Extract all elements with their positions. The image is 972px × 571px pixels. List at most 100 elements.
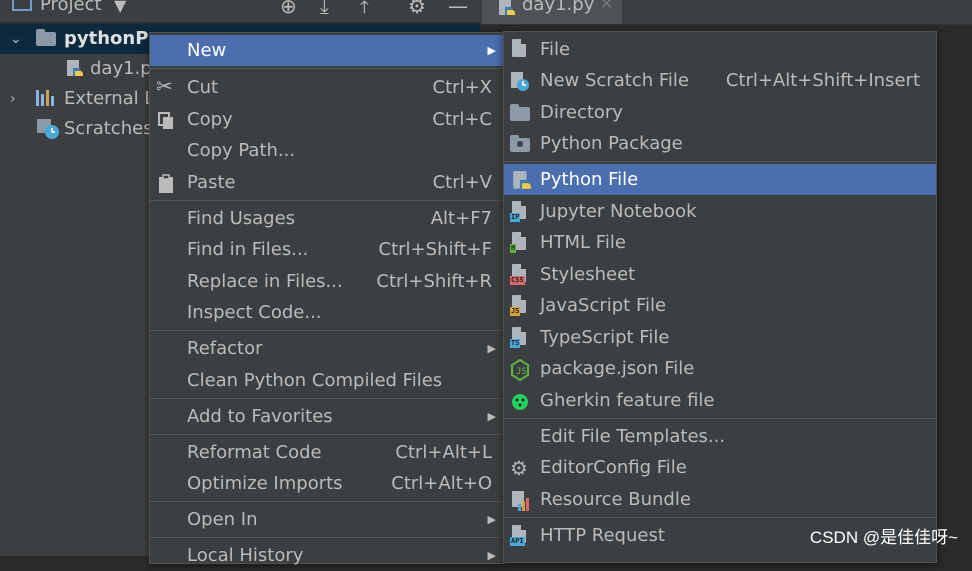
menu-item-label: Cut bbox=[187, 77, 219, 98]
menu-item-label: Open In bbox=[187, 509, 258, 530]
menu-item-open-in[interactable]: Open In ▶ bbox=[150, 504, 504, 535]
submenu-item-resource-bundle[interactable]: Resource Bundle bbox=[504, 484, 936, 515]
tab-day1[interactable]: day1.py ✕ bbox=[482, 0, 622, 24]
submenu-item-file[interactable]: File bbox=[504, 34, 936, 65]
separator bbox=[150, 200, 504, 201]
menu-item-copy-path[interactable]: Copy Path... bbox=[150, 135, 504, 166]
menu-item-find-in-files[interactable]: Find in Files... Ctrl+Shift+F bbox=[150, 234, 504, 265]
submenu-item-html-file[interactable]: H HTML File bbox=[504, 227, 936, 258]
python-file-icon bbox=[510, 170, 531, 190]
menu-item-label: Copy bbox=[187, 109, 233, 130]
separator bbox=[150, 434, 504, 435]
ts-badge: TS bbox=[510, 339, 521, 348]
tab-label: day1.py bbox=[522, 0, 595, 15]
menu-item-new[interactable]: New ▶ bbox=[150, 35, 504, 66]
svg-text:JS: JS bbox=[516, 367, 527, 377]
file-icon bbox=[512, 39, 526, 57]
menu-item-label: Reformat Code bbox=[187, 442, 322, 463]
chevron-right-icon[interactable]: › bbox=[10, 84, 26, 114]
menu-item-label: Gherkin feature file bbox=[540, 390, 715, 411]
cucumber-icon bbox=[510, 391, 530, 411]
menu-item-shortcut: Ctrl+Shift+R bbox=[376, 271, 492, 292]
menu-item-label: Replace in Files... bbox=[187, 271, 343, 292]
submenu-item-directory[interactable]: Directory bbox=[504, 97, 936, 128]
file-label: day1.p bbox=[90, 58, 152, 79]
submenu-item-new-scratch-file[interactable]: New Scratch File Ctrl+Alt+Shift+Insert bbox=[504, 65, 936, 96]
menu-item-label: Jupyter Notebook bbox=[540, 201, 697, 222]
tree-item-scratches[interactable]: Scratches bbox=[0, 114, 153, 144]
submenu-item-stylesheet[interactable]: CSS Stylesheet bbox=[504, 259, 936, 290]
python-file-icon bbox=[67, 60, 83, 76]
chevron-down-icon[interactable]: ▼ bbox=[114, 0, 126, 15]
menu-item-label: Find in Files... bbox=[187, 239, 309, 260]
css-badge: CSS bbox=[510, 276, 525, 285]
expand-all-icon[interactable]: ⤓ bbox=[320, 0, 329, 18]
menu-item-add-to-favorites[interactable]: Add to Favorites ▶ bbox=[150, 401, 504, 432]
menu-item-replace-in-files[interactable]: Replace in Files... Ctrl+Shift+R bbox=[150, 266, 504, 297]
separator bbox=[504, 517, 936, 518]
submenu-item-javascript-file[interactable]: JS JavaScript File bbox=[504, 290, 936, 321]
submenu-arrow-icon: ▶ bbox=[487, 342, 496, 355]
menu-item-shortcut: Ctrl+Shift+F bbox=[378, 239, 492, 260]
separator bbox=[150, 501, 504, 502]
library-icon bbox=[36, 90, 56, 106]
submenu-item-python-file[interactable]: Python File bbox=[504, 164, 936, 195]
menu-item-label: Refactor bbox=[187, 338, 263, 359]
context-menu: New ▶ ✂ Cut Ctrl+X Copy Ctrl+C Copy Path… bbox=[149, 32, 505, 566]
watermark: CSDN @是佳佳呀~ bbox=[809, 528, 958, 547]
menu-item-label: Python Package bbox=[540, 133, 683, 154]
submenu-item-gherkin[interactable]: Gherkin feature file bbox=[504, 385, 936, 416]
scratches-label: Scratches bbox=[64, 118, 153, 139]
menu-item-label: Find Usages bbox=[187, 208, 296, 229]
resource-bundle-icon bbox=[510, 490, 530, 511]
tree-item-file[interactable]: day1.p bbox=[0, 54, 152, 84]
menu-item-clean-python[interactable]: Clean Python Compiled Files bbox=[150, 365, 504, 396]
close-icon[interactable]: ✕ bbox=[600, 0, 613, 13]
menu-item-shortcut: Ctrl+C bbox=[432, 109, 492, 130]
menu-item-label: Stylesheet bbox=[540, 264, 636, 285]
separator bbox=[150, 330, 504, 331]
menu-item-copy[interactable]: Copy Ctrl+C bbox=[150, 104, 504, 135]
gear-icon[interactable]: ⚙ bbox=[408, 0, 426, 18]
clipboard-icon bbox=[156, 173, 176, 193]
scratch-file-icon bbox=[510, 71, 530, 91]
api-badge: API bbox=[510, 537, 525, 546]
tree-item-external-libraries[interactable]: › External Li bbox=[0, 84, 159, 114]
menu-item-cut[interactable]: ✂ Cut Ctrl+X bbox=[150, 72, 504, 103]
submenu-item-typescript-file[interactable]: TS TypeScript File bbox=[504, 322, 936, 353]
submenu-item-package-json[interactable]: JS package.json File bbox=[504, 353, 936, 384]
menu-item-optimize-imports[interactable]: Optimize Imports Ctrl+Alt+O bbox=[150, 468, 504, 499]
separator bbox=[504, 161, 936, 162]
menu-item-label: Clean Python Compiled Files bbox=[187, 370, 443, 391]
copy-icon bbox=[156, 110, 176, 130]
submenu-item-jupyter-notebook[interactable]: IP Jupyter Notebook bbox=[504, 196, 936, 227]
menu-item-refactor[interactable]: Refactor ▶ bbox=[150, 333, 504, 364]
separator bbox=[504, 418, 936, 419]
editor-tab-bar: day1.py ✕ bbox=[480, 0, 972, 25]
hide-icon[interactable]: — bbox=[448, 0, 468, 18]
project-root-label: pythonPr bbox=[64, 28, 158, 49]
menu-item-label: Resource Bundle bbox=[540, 489, 691, 510]
menu-item-shortcut: Ctrl+V bbox=[432, 172, 492, 193]
external-libraries-label: External Li bbox=[64, 88, 160, 109]
project-toolbar: Project ▼ ⊕ ⤓ ⤒ ⚙ — bbox=[0, 0, 480, 23]
submenu-item-python-package[interactable]: Python Package bbox=[504, 128, 936, 159]
toolwindow-title[interactable]: Project bbox=[40, 0, 102, 15]
menu-item-find-usages[interactable]: Find Usages Alt+F7 bbox=[150, 203, 504, 234]
chevron-down-icon[interactable]: ⌄ bbox=[10, 24, 26, 54]
separator bbox=[150, 68, 504, 69]
menu-item-label: Python File bbox=[540, 169, 639, 190]
separator bbox=[150, 537, 504, 538]
menu-item-label: Paste bbox=[187, 172, 236, 193]
gear-icon: ⚙ bbox=[510, 456, 528, 480]
menu-item-shortcut: Ctrl+Alt+Shift+Insert bbox=[725, 70, 920, 91]
submenu-item-editorconfig[interactable]: ⚙ EditorConfig File bbox=[504, 452, 936, 483]
collapse-all-icon[interactable]: ⤒ bbox=[360, 0, 369, 18]
submenu-item-edit-file-templates[interactable]: Edit File Templates... bbox=[504, 421, 936, 452]
locate-icon[interactable]: ⊕ bbox=[280, 0, 297, 18]
scissors-icon: ✂ bbox=[156, 74, 173, 98]
menu-item-paste[interactable]: Paste Ctrl+V bbox=[150, 167, 504, 198]
submenu-arrow-icon: ▶ bbox=[487, 44, 496, 57]
menu-item-inspect-code[interactable]: Inspect Code... bbox=[150, 297, 504, 328]
menu-item-reformat-code[interactable]: Reformat Code Ctrl+Alt+L bbox=[150, 437, 504, 468]
